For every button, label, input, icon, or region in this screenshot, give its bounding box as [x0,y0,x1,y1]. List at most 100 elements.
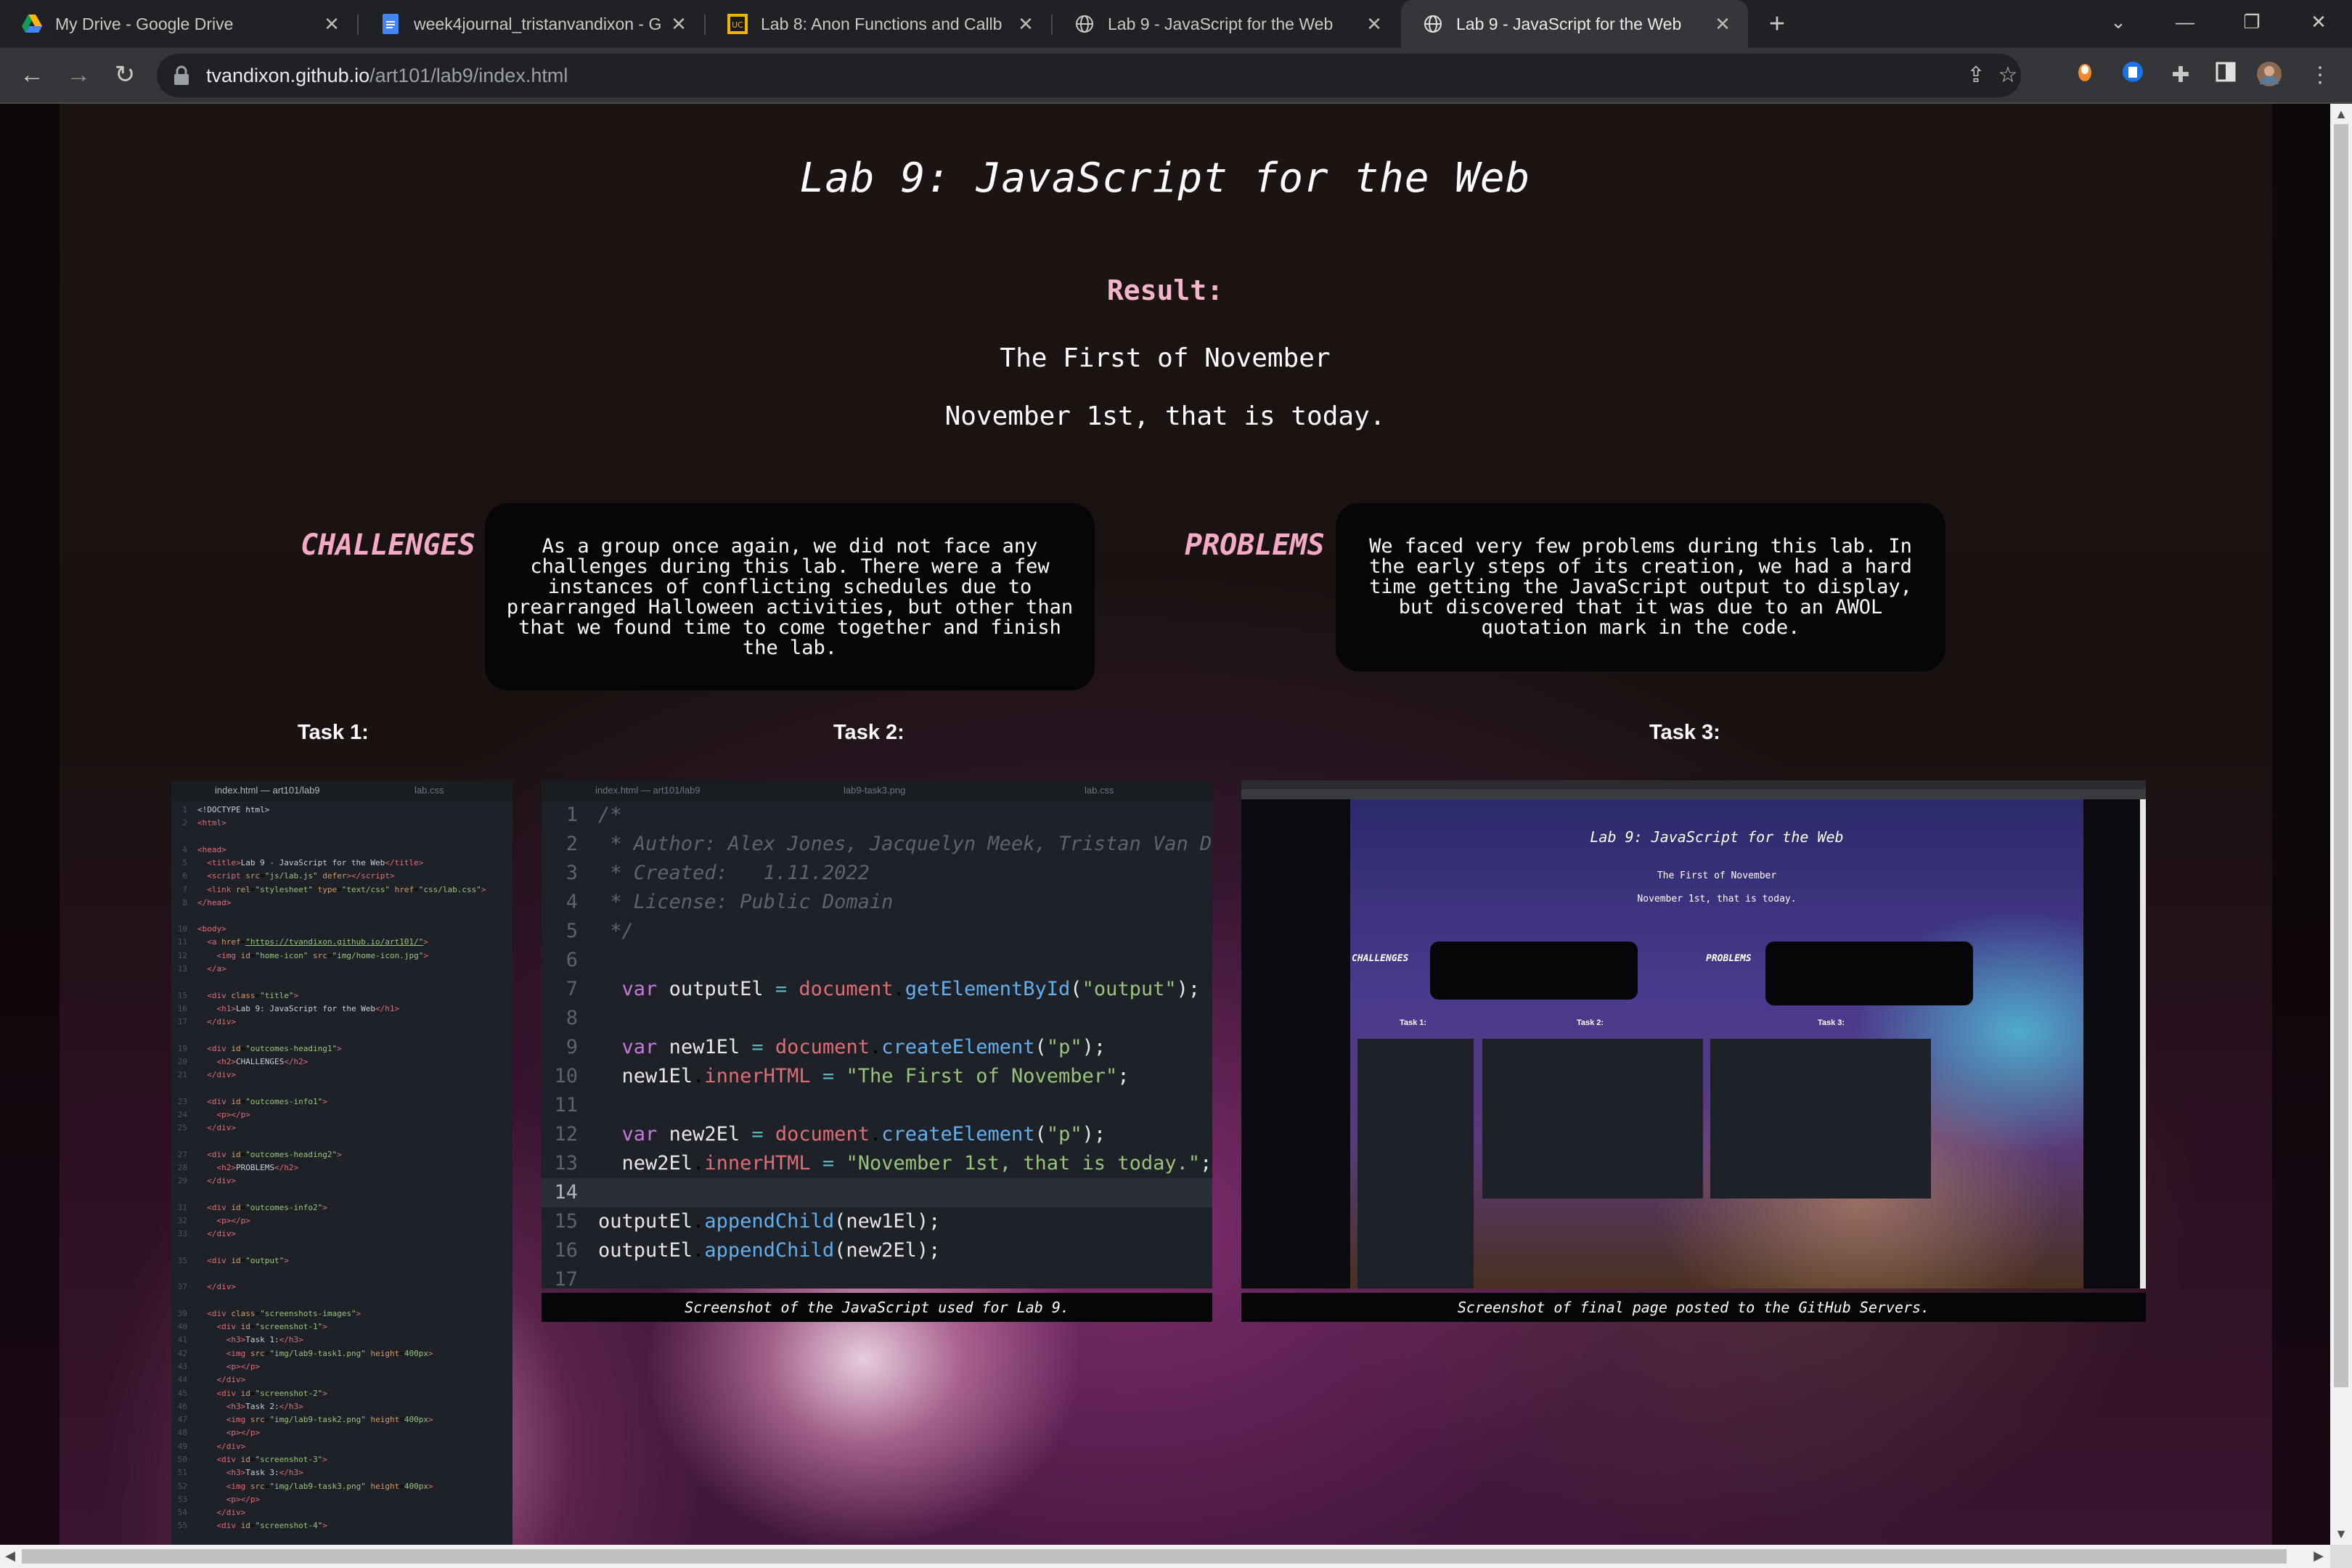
tab-strip: My Drive - Google Drive ✕ week4journal_t… [0,0,2352,48]
task3-preview-problems: PROBLEMS [1706,953,1752,964]
task3-preview-line2: November 1st, that is today. [1637,894,1797,905]
result-heading: Result: [1106,274,1224,306]
task3-caption: Screenshot of final page posted to the G… [1241,1293,2146,1322]
task3-screenshot: Lab 9: JavaScript for the Web The First … [1241,780,2146,1289]
task3-preview-line1: The First of November [1657,870,1777,881]
close-tab-icon[interactable]: ✕ [321,13,343,35]
course-site-icon: UC [727,14,748,34]
challenges-bubble: As a group once again, we did not face a… [485,503,1095,690]
browser-toolbar: ← → ↻ tvandixon.github.io/art101/lab9/in… [0,48,2352,103]
problems-heading: PROBLEMS [1185,528,1325,562]
code-comment: * Author: Alex Jones, Jacquelyn Meek, Tr… [598,833,1212,855]
minimize-button[interactable]: — [2152,0,2218,44]
extension-orange-icon[interactable] [2070,61,2099,90]
output-line-2: November 1st, that is today. [944,401,1386,431]
close-window-button[interactable]: ✕ [2285,0,2352,44]
scrollbar-corner [2330,1545,2352,1568]
scroll-down-arrow-icon[interactable]: ▼ [2330,1527,2352,1542]
kebab-menu-icon[interactable]: ⋮ [2306,61,2335,90]
output-line-1: The First of November [1000,343,1331,373]
task3-page-preview: Lab 9: JavaScript for the Web The First … [1350,799,2083,1289]
globe-icon [1423,14,1443,34]
bookmark-star-icon[interactable]: ☆ [1993,61,2022,90]
back-button[interactable]: ← [15,58,49,93]
scroll-left-arrow-icon[interactable]: ◀ [3,1548,17,1564]
code-comment: * License: Public Domain [598,891,894,913]
task3-preview-task2: Task 2: [1577,1018,1604,1027]
task3-preview-shot-3 [1710,1039,1931,1199]
task3-preview-shot-2 [1482,1039,1703,1199]
editor-tab-active: index.html — art101/lab9 [215,785,320,796]
tab-lab9-previous[interactable]: Lab 9 - JavaScript for the Web ✕ [1053,0,1400,48]
problems-text: We faced very few problems during this l… [1369,535,1912,639]
share-icon[interactable]: ⇪ [1961,61,1990,90]
editor-tab: lab.css [415,785,444,796]
close-tab-icon[interactable]: ✕ [1712,13,1734,35]
editor-tab: lab.css [1085,785,1114,796]
task1-screenshot: index.html — art101/lab9 lab.css 1 <!DOCT… [171,780,513,1545]
vertical-scrollbar[interactable]: ▲ ▼ [2330,104,2352,1545]
task3-preview-task1: Task 1: [1400,1018,1427,1027]
profile-avatar[interactable] [2255,61,2284,90]
scroll-up-arrow-icon[interactable]: ▲ [2330,107,2352,122]
vertical-scroll-thumb[interactable] [2334,124,2348,1387]
task2-caption: Screenshot of the JavaScript used for La… [542,1293,1212,1322]
google-docs-icon [380,14,401,34]
editor-tab: lab9-task3.png [844,785,906,796]
svg-text:UC: UC [732,20,743,30]
restore-button[interactable]: ❐ [2218,0,2285,44]
extension-blue-icon[interactable] [2118,61,2147,90]
task3-preview-task3: Task 3: [1818,1018,1845,1027]
task2-screenshot: index.html — art101/lab9 lab9-task3.png … [542,780,1212,1289]
tab-lab8[interactable]: UC Lab 8: Anon Functions and Callb ✕ [706,0,1051,48]
lock-icon[interactable] [173,65,190,86]
task1-editor-tabs: index.html — art101/lab9 lab.css [171,780,513,801]
address-bar[interactable]: tvandixon.github.io/art101/lab9/index.ht… [157,54,2021,97]
tab-google-drive[interactable]: My Drive - Google Drive ✕ [0,0,357,48]
scroll-right-arrow-icon[interactable]: ▶ [2311,1548,2326,1564]
side-panel-icon[interactable] [2211,61,2240,90]
reload-button[interactable]: ↻ [107,58,142,93]
page-title: Lab 9: JavaScript for the Web [799,155,1531,202]
problems-bubble: We faced very few problems during this l… [1336,503,1945,671]
task3-preview-bubble-2 [1765,942,1973,1005]
task2-editor-tabs: index.html — art101/lab9 lab9-task3.png … [542,780,1212,801]
tab-title: Lab 9 - JavaScript for the Web [1108,14,1334,33]
url-path: /art101/lab9/index.html [369,65,568,86]
forward-button[interactable]: → [61,58,96,93]
challenges-heading: CHALLENGES [301,528,475,562]
task3-preview-shot-1 [1357,1039,1474,1289]
page-viewport: Lab 9: JavaScript for the Web Result: Th… [0,104,2330,1545]
tab-title: Lab 8: Anon Functions and Callb [761,14,1003,33]
close-tab-icon[interactable]: ✕ [1363,13,1385,35]
task3-preview-challenges: CHALLENGES [1352,953,1409,964]
task2-heading: Task 2: [833,721,905,744]
new-tab-button[interactable]: + [1761,9,1793,41]
task3-heading: Task 3: [1649,721,1720,744]
horizontal-scroll-thumb[interactable] [22,1549,2287,1564]
task3-mini-scrollbar [2140,799,2146,1289]
code-comment: */ [598,920,634,942]
code-comment: * Created: 1.11.2022 [598,862,870,884]
globe-icon [1074,14,1095,34]
close-tab-icon[interactable]: ✕ [668,13,690,35]
tab-lab9-active[interactable]: Lab 9 - JavaScript for the Web ✕ [1401,0,1748,48]
google-drive-icon [22,14,42,34]
tab-title: week4journal_tristanvandixon - G [414,14,661,33]
task3-preview-title: Lab 9: JavaScript for the Web [1590,828,1844,846]
tab-title: My Drive - Google Drive [55,14,234,33]
tab-week4journal[interactable]: week4journal_tristanvandixon - G ✕ [359,0,704,48]
url-text: tvandixon.github.io/art101/lab9/index.ht… [206,54,568,97]
task3-mini-toolbar [1241,789,2146,799]
code-comment: /* [598,804,622,826]
tab-search-chevron-icon[interactable]: ⌄ [2085,0,2152,44]
task1-heading: Task 1: [298,721,369,744]
challenges-text: As a group once again, we did not face a… [506,535,1074,659]
close-tab-icon[interactable]: ✕ [1015,13,1037,35]
url-host: tvandixon.github.io [206,65,370,86]
horizontal-scrollbar[interactable]: ◀ ▶ [0,1545,2330,1568]
extensions-puzzle-icon[interactable]: ✚ [2166,61,2195,90]
task3-preview-bubble-1 [1430,942,1638,1000]
editor-tab: index.html — art101/lab9 [595,785,701,796]
task3-mini-tabbar [1241,780,2146,789]
